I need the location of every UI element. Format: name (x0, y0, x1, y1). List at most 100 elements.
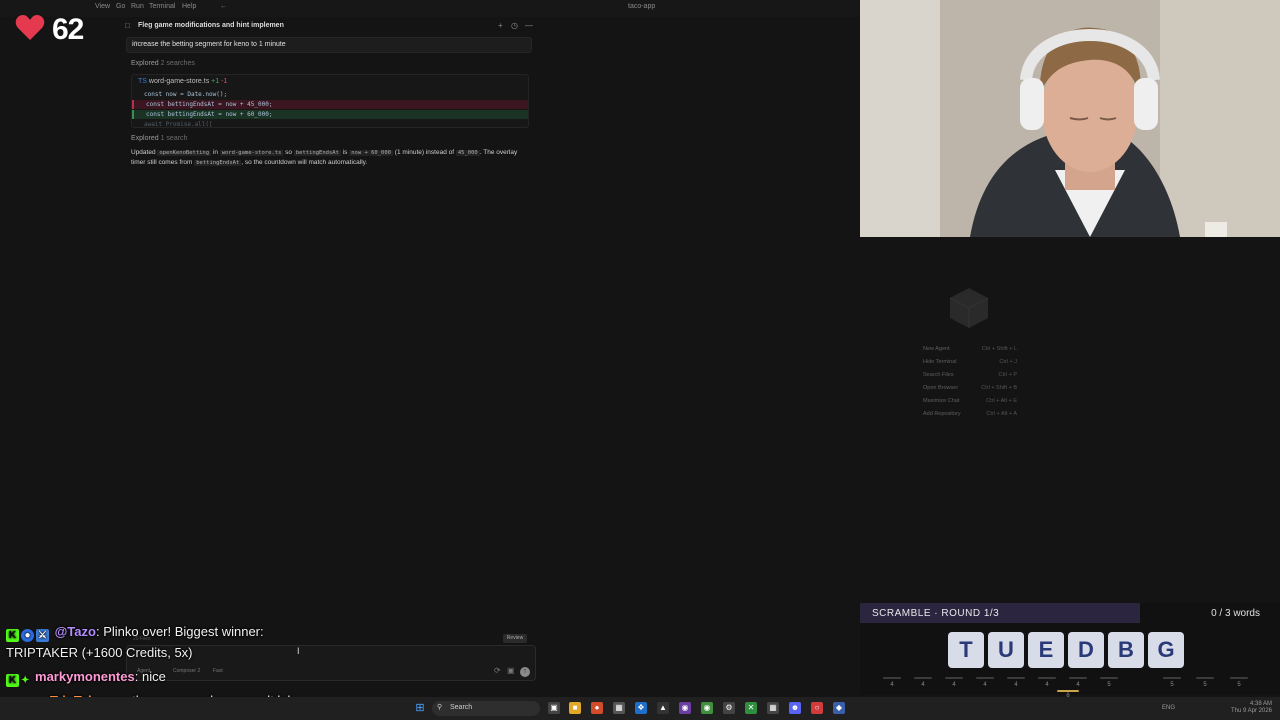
chat-separator: : (134, 669, 139, 684)
code-text: const now = Date.now(); (144, 91, 228, 98)
history-icon[interactable]: ◷ (511, 21, 518, 30)
back-arrow-icon[interactable]: ← (220, 3, 227, 10)
letter-tile: T (948, 632, 984, 668)
word-slot: 5 (1195, 677, 1215, 688)
chrome-icon[interactable]: ◉ (701, 702, 713, 714)
minimize-icon[interactable]: — (525, 21, 533, 30)
summary-text: so (285, 149, 293, 156)
inline-code: bettingEndsAt (293, 150, 341, 156)
summary-text: is (342, 149, 348, 156)
shortcut-list: New Agent Ctrl + Shift + L Hide Terminal C… (920, 343, 1020, 421)
app-icon[interactable]: ▦ (767, 702, 779, 714)
diff-added-count: +1 (211, 78, 220, 85)
shortcut-search-files[interactable]: Search Files Ctrl + P (920, 369, 1020, 382)
chat-title[interactable]: Fleg game modifications and hint impleme… (138, 22, 284, 29)
chat-separator: : (95, 624, 100, 639)
letter-tile: U (988, 632, 1024, 668)
clock-date: Thu 9 Apr 2026 (1230, 708, 1272, 714)
explored-label: Explored (131, 60, 159, 67)
diff-line: const now = Date.now(); (132, 90, 528, 99)
taskbar-search[interactable]: ⚲ Search (432, 701, 540, 716)
word-slot: 4 (1006, 677, 1026, 688)
slot-length: 4 (1045, 682, 1049, 688)
shortcut-label: Search Files (923, 372, 954, 378)
slot-length: 4 (890, 682, 894, 688)
chat-username: markymonentes (35, 669, 135, 684)
explored-searches[interactable]: Explored 2 searches (131, 60, 195, 67)
chat-text: nice (141, 669, 166, 684)
task-view-icon[interactable]: ▣ (548, 702, 560, 714)
chat-header: □ Fleg game modifications and hint imple… (122, 20, 533, 34)
menu-help[interactable]: Help (182, 3, 196, 10)
app-icon[interactable]: ○ (811, 702, 823, 714)
letter-tile: B (1108, 632, 1144, 668)
summary-text: (1 minute) instead of (394, 149, 455, 156)
browser-icon[interactable]: ● (591, 702, 603, 714)
windows-start-icon[interactable]: ⊞ (414, 702, 426, 714)
cursor-logo-icon (949, 288, 989, 328)
chat-username: @Tazo (54, 624, 96, 639)
menu-view[interactable]: View (95, 3, 110, 10)
shortcut-add-repository[interactable]: Add Repository Ctrl + Alt + A (920, 408, 1020, 421)
slot-length: 4 (1014, 682, 1018, 688)
cursor-app-icon[interactable]: ▲ (657, 702, 669, 714)
scramble-title: SCRAMBLE · ROUND 1/3 (872, 608, 1000, 619)
language-indicator[interactable]: ENG (1162, 702, 1175, 714)
shortcut-label: Open Browser (923, 385, 959, 391)
shortcut-new-agent[interactable]: New Agent Ctrl + Shift + L (920, 343, 1020, 356)
user-message[interactable]: increase the betting segment for keno to… (126, 37, 532, 53)
typescript-file-icon: TS (138, 78, 147, 85)
panel-toggle-icon[interactable]: □ (125, 21, 130, 30)
diff-line: await Promise.all([ (132, 120, 528, 127)
store-icon[interactable]: ▦ (613, 702, 625, 714)
file-explorer-icon[interactable]: ■ (569, 702, 581, 714)
discord-icon[interactable]: ☻ (789, 702, 801, 714)
word-slot: 5 (1162, 677, 1182, 688)
summary-text: Updated (131, 149, 156, 156)
slot-length: 5 (1170, 682, 1174, 688)
summary-text: , so the countdown will match automatica… (241, 159, 368, 166)
clock-time: 4:38 AM (1249, 701, 1272, 707)
inline-code: bettingEndsAt (194, 160, 242, 166)
slot-length: 5 (1237, 682, 1241, 688)
speed-label[interactable]: Fast (213, 668, 223, 674)
inline-code: now + 60_000 (349, 150, 393, 156)
diff-block: TS word-game-store.ts +1 -1 const now = … (131, 74, 529, 128)
shortcut-maximize-chat[interactable]: Maximize Chat Ctrl + Alt + E (920, 395, 1020, 408)
xbox-icon[interactable]: ✕ (745, 702, 757, 714)
explored-search[interactable]: Explored 1 search (131, 135, 187, 142)
explored-count: 2 searches (160, 60, 195, 67)
obs-icon[interactable]: ◉ (679, 702, 691, 714)
text-cursor-icon: I (297, 646, 300, 656)
send-icon[interactable]: ↑ (520, 667, 530, 677)
letter-tile: G (1148, 632, 1184, 668)
taskbar-clock[interactable]: 4:38 AM Thu 9 Apr 2026 (1231, 701, 1272, 715)
assistant-summary: Updated openKenoBetting in word-game-sto… (131, 148, 523, 168)
review-button[interactable]: Review (503, 634, 527, 643)
shortcut-label: Hide Terminal (923, 359, 957, 365)
chat-message: K ● ⚔ @Tazo: Plinko over! Biggest winner: (6, 624, 264, 642)
plus-icon[interactable]: + (498, 21, 503, 30)
menu-terminal[interactable]: Terminal (149, 3, 175, 10)
image-attach-icon[interactable]: ▣ (507, 666, 515, 675)
letter-tile: E (1028, 632, 1064, 668)
inline-code: openKenoBetting (157, 150, 212, 156)
menu-go[interactable]: Go (116, 3, 125, 10)
shortcut-open-browser[interactable]: Open Browser Ctrl + Shift + B (920, 382, 1020, 395)
chat-message-continued: TRIPTAKER (+1600 Credits, 5x) (6, 645, 193, 660)
diff-file-header[interactable]: TS word-game-store.ts +1 -1 (138, 78, 227, 85)
word-slot: 4 (944, 677, 964, 688)
app-icon[interactable]: ◆ (833, 702, 845, 714)
diff-file-name: word-game-store.ts (148, 78, 210, 85)
vscode-icon[interactable]: ❖ (635, 702, 647, 714)
shortcut-hide-terminal[interactable]: Hide Terminal Ctrl + J (920, 356, 1020, 369)
undo-icon[interactable]: ↶ (132, 40, 525, 48)
search-label: Search (450, 704, 473, 711)
menu-run[interactable]: Run (131, 3, 144, 10)
menu-bar: View Go Run Terminal Help ← taco-app (0, 0, 860, 17)
model-selector[interactable]: Composer 2 (173, 668, 200, 674)
inline-code[interactable]: word-game-store.ts (219, 150, 284, 156)
chat-text: TRIPTAKER (+1600 Credits, 5x) (6, 645, 193, 660)
steam-icon[interactable]: ⚙ (723, 702, 735, 714)
scramble-header: SCRAMBLE · ROUND 1/3 (860, 603, 1140, 623)
